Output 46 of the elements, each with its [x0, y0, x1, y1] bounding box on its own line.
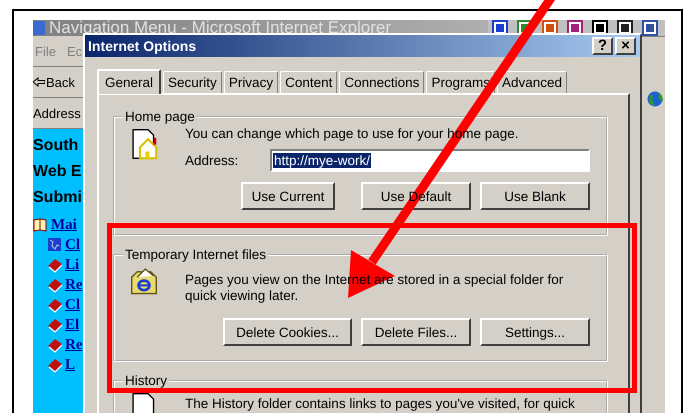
help-button[interactable]: ?: [592, 37, 613, 55]
tab[interactable]: Privacy: [224, 71, 278, 93]
tree-link[interactable]: Cl: [65, 296, 80, 314]
address-label: Address:: [185, 153, 240, 168]
address-label: Address: [33, 106, 81, 120]
dialog-button[interactable]: Use Current: [241, 182, 335, 210]
book-icon: [47, 257, 63, 273]
group-title: Home page: [124, 109, 196, 124]
tree-link[interactable]: Li: [65, 256, 80, 274]
sidebar-heading[interactable]: Submi: [33, 189, 83, 215]
tab[interactable]: Advanced: [496, 71, 567, 93]
group-title: Temporary Internet files: [124, 247, 268, 262]
browser-icon: [33, 21, 45, 35]
address-field[interactable]: http://mye-work/: [270, 149, 590, 172]
dialog-title: Internet Options: [88, 38, 196, 54]
tree-link[interactable]: L: [65, 356, 76, 374]
tab[interactable]: General: [97, 69, 162, 94]
dialog-button[interactable]: Delete Files...: [361, 318, 471, 346]
open-book-icon: [33, 217, 49, 233]
dialog-button[interactable]: Use Blank: [480, 182, 590, 210]
tree-link[interactable]: El: [65, 316, 80, 334]
tab[interactable]: Programs: [426, 71, 495, 93]
tree-link[interactable]: Mai: [51, 216, 77, 234]
tree-link[interactable]: Cl: [65, 236, 80, 254]
back-arrow-icon: [33, 77, 45, 87]
back-button[interactable]: Back: [33, 74, 75, 90]
tree-link[interactable]: Re: [65, 336, 82, 354]
book-icon: [47, 277, 63, 293]
sidebar-heading[interactable]: South: [33, 137, 83, 163]
book-icon: [47, 337, 63, 353]
book-icon: [47, 317, 63, 333]
book-icon: [47, 357, 63, 373]
dialog-button[interactable]: Delete Cookies...: [223, 318, 352, 346]
map-icon: [47, 237, 63, 253]
dialog-button[interactable]: Settings...: [480, 318, 590, 346]
tab[interactable]: Content: [280, 71, 338, 93]
close-button[interactable]: ×: [615, 37, 636, 55]
globe-icon: [647, 91, 663, 107]
group-title: History: [124, 373, 168, 388]
group-description: The History folder contains links to pages you've visited, for quick: [185, 396, 576, 412]
tab[interactable]: Connections: [339, 71, 424, 93]
tab[interactable]: Security: [163, 71, 222, 93]
tree-link[interactable]: Re: [65, 276, 82, 294]
address-value: http://mye-work/: [273, 153, 372, 168]
sidebar-heading[interactable]: Web E: [33, 163, 83, 189]
book-icon: [47, 297, 63, 313]
